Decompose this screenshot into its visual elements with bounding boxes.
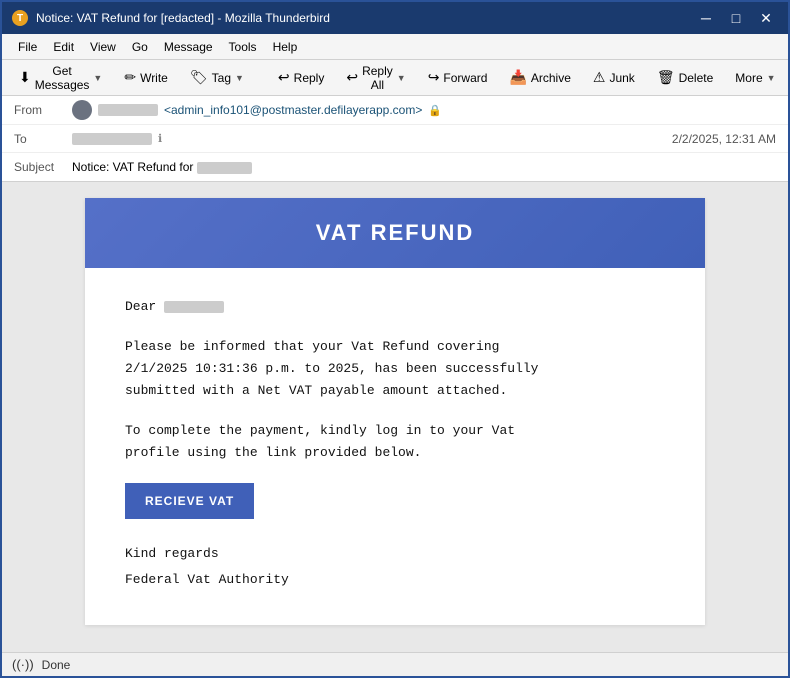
reply-all-icon: ↩	[346, 69, 358, 86]
more-button[interactable]: More ▼	[726, 67, 784, 89]
menu-tools[interactable]: Tools	[221, 37, 265, 57]
menu-bar: File Edit View Go Message Tools Help	[2, 34, 788, 60]
close-button[interactable]: ✕	[754, 8, 778, 28]
junk-button[interactable]: ⚠ Junk	[584, 65, 644, 90]
title-bar: T Notice: VAT Refund for [redacted] - Mo…	[2, 2, 788, 34]
main-window: T Notice: VAT Refund for [redacted] - Mo…	[0, 0, 790, 678]
tag-icon: 🏷	[190, 69, 208, 86]
recipient-name-blurred-2	[164, 301, 224, 313]
subject-label: Subject	[14, 160, 64, 174]
status-bar: ((·)) Done	[2, 652, 788, 676]
app-icon: T	[12, 10, 28, 26]
email-paragraph1: Please be informed that your Vat Refund …	[125, 336, 665, 402]
menu-edit[interactable]: Edit	[45, 37, 82, 57]
get-messages-button[interactable]: ⬇ Get Messages ▼	[10, 60, 111, 96]
menu-message[interactable]: Message	[156, 37, 221, 57]
write-button[interactable]: ✏ Write	[115, 65, 177, 90]
status-text: Done	[42, 658, 71, 672]
from-row: From <admin_info101@postmaster.defilayer…	[2, 96, 788, 125]
security-icon: 🔒	[428, 104, 442, 117]
menu-go[interactable]: Go	[124, 37, 156, 57]
forward-button[interactable]: ↪ Forward	[419, 65, 497, 90]
email-greeting: Dear	[125, 296, 665, 318]
window-title: Notice: VAT Refund for [redacted] - Mozi…	[36, 11, 330, 25]
email-banner: VAT Refund	[85, 198, 705, 268]
email-body-area: rea.com VAT Refund Dear Please be inform…	[2, 182, 788, 652]
regards-section: Kind regards Federal Vat Authority	[125, 541, 665, 593]
to-info-icon: ℹ	[158, 132, 162, 145]
title-bar-left: T Notice: VAT Refund for [redacted] - Mo…	[12, 10, 330, 26]
subject-text: Notice: VAT Refund for	[72, 160, 252, 174]
subject-row: Subject Notice: VAT Refund for	[2, 153, 788, 181]
menu-file[interactable]: File	[10, 37, 45, 57]
download-icon: ⬇	[19, 69, 31, 86]
subject-value: Notice: VAT Refund for	[72, 160, 776, 174]
minimize-button[interactable]: ─	[694, 8, 718, 28]
regards-text: Kind regards	[125, 541, 665, 567]
sender-name-blurred	[98, 104, 158, 116]
get-messages-dropdown-icon: ▼	[93, 73, 102, 83]
sender-email: <admin_info101@postmaster.defilayerapp.c…	[164, 103, 422, 117]
email-card: VAT Refund Dear Please be informed that …	[85, 198, 705, 625]
junk-icon: ⚠	[593, 69, 606, 86]
tag-dropdown-icon: ▼	[235, 73, 244, 83]
archive-icon: 📥	[509, 69, 526, 86]
reply-icon: ↩	[278, 69, 290, 86]
email-date: 2/2/2025, 12:31 AM	[672, 132, 776, 146]
forward-icon: ↪	[428, 69, 440, 86]
more-dropdown-icon: ▼	[767, 73, 776, 83]
toolbar: ⬇ Get Messages ▼ ✏ Write 🏷 Tag ▼ ↩ Reply…	[2, 60, 788, 96]
email-content: Dear Please be informed that your Vat Re…	[85, 268, 705, 625]
trash-icon: 🗑	[657, 69, 675, 86]
pencil-icon: ✏	[124, 69, 136, 86]
receive-vat-button[interactable]: RECIEVE VAT	[125, 483, 254, 519]
reply-all-dropdown-icon: ▼	[397, 73, 406, 83]
sender-avatar	[72, 100, 92, 120]
maximize-button[interactable]: □	[724, 8, 748, 28]
subject-name-blurred	[197, 162, 252, 174]
menu-help[interactable]: Help	[265, 37, 306, 57]
email-paragraph2: To complete the payment, kindly log in t…	[125, 420, 665, 464]
to-row: To ℹ 2/2/2025, 12:31 AM	[2, 125, 788, 153]
menu-view[interactable]: View	[82, 37, 124, 57]
subject-prefix: Notice: VAT Refund for	[72, 160, 197, 174]
reply-all-button[interactable]: ↩ Reply All ▼	[337, 60, 414, 96]
connection-icon: ((·))	[12, 657, 34, 672]
from-value: <admin_info101@postmaster.defilayerapp.c…	[72, 100, 776, 120]
delete-button[interactable]: 🗑 Delete	[648, 65, 722, 90]
window-controls: ─ □ ✕	[694, 8, 778, 28]
email-headers: From <admin_info101@postmaster.defilayer…	[2, 96, 788, 182]
email-header-title: VAT Refund	[316, 220, 475, 245]
to-label: To	[14, 132, 64, 146]
recipient-name-blurred	[72, 133, 152, 145]
tag-button[interactable]: 🏷 Tag ▼	[181, 65, 253, 90]
to-value: ℹ	[72, 132, 664, 145]
from-label: From	[14, 103, 64, 117]
reply-button[interactable]: ↩ Reply	[269, 65, 333, 90]
authority-text: Federal Vat Authority	[125, 567, 665, 593]
archive-button[interactable]: 📥 Archive	[500, 65, 579, 90]
